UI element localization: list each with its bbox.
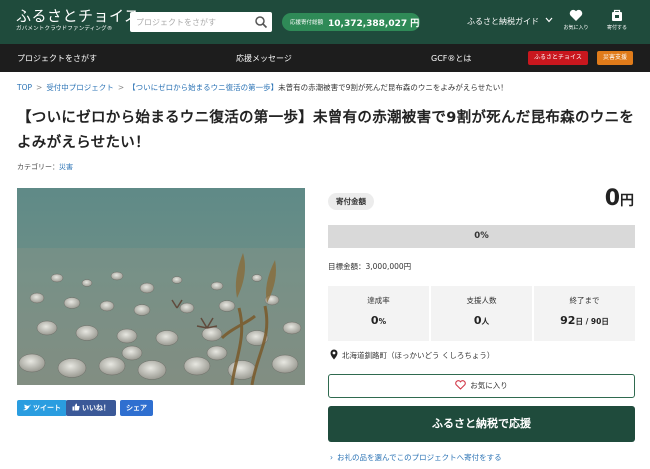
progress-bar: 0% [328,225,635,248]
nav-messages[interactable]: 応援メッセージ [236,53,292,64]
search-input[interactable] [136,12,248,32]
share-label: シェア [126,404,147,412]
total-donation-label: 応援寄付総額 [290,20,324,26]
donate-history-link[interactable]: 寄付する [600,9,634,31]
breadcrumb-top[interactable]: TOP [17,83,32,92]
donation-amount-label: 寄付金額 [328,193,374,210]
like-button[interactable]: いいね！ [66,400,116,416]
total-donation-badge: 応援寄付総額 10,372,388,027 円 [282,13,420,31]
site-header: ふるさとチョイス ガバメントクラウドファンディング® 応援寄付総額 10,372… [0,0,650,44]
disaster-support-button[interactable]: 災害支援 [597,51,634,65]
location-text: 北海道釧路町（ほっかいどう くしろちょう） [342,351,495,360]
breadcrumb: TOP > 受付中プロジェクト > 【ついにゼロから始まるウニ復活の第一歩】未曾有の赤潮… [17,82,508,93]
logo-main-text: ふるさとチョイス [16,7,140,25]
stat-label: 終了まで [569,296,600,305]
stat-value: 92日 / 90日 [560,314,609,327]
location[interactable]: 北海道釧路町（ほっかいどう くしろちょう） [330,349,494,361]
like-label: いいね！ [82,404,110,412]
site-logo[interactable]: ふるさとチョイス ガバメントクラウドファンディング® [16,7,140,33]
donation-amount: 0円 [605,186,634,211]
favorites-label: お気に入り [563,25,589,31]
stat-value: 0人 [473,314,490,327]
tweet-label: ツイート [33,404,61,412]
breadcrumb-accepting[interactable]: 受付中プロジェクト [46,83,114,92]
chevron-down-icon [545,17,553,23]
chevron-right-icon: › [330,453,333,462]
share-button[interactable]: シェア [120,400,153,416]
donation-amount-value: 0 [604,186,620,211]
stat-label: 達成率 [367,296,390,305]
map-pin-icon [330,349,338,360]
stat-remaining: 終了まで 92日 / 90日 [534,286,635,341]
stat-value: 0% [370,314,387,327]
cart-icon [612,9,622,21]
nav-find-project[interactable]: プロジェクトをさがす [17,53,97,64]
donate-button[interactable]: ふるさと納税で応援 [328,406,635,442]
breadcrumb-separator: > [117,83,125,92]
goal-amount: 目標金額：3,000,000円 [328,262,412,271]
sea-urchin-photo [17,188,305,385]
breadcrumb-current-link[interactable]: 【ついにゼロから始まるウニ復活の第一歩】 [128,83,278,92]
stat-label: 支援人数 [466,296,497,305]
favorite-label: お気に入り [470,381,508,390]
furusato-choice-button[interactable]: ふるさとチョイス [528,51,588,65]
stat-supporters: 支援人数 0人 [431,286,532,341]
gift-donation-link[interactable]: › お礼の品を選んでこのプロジェクトへ寄付をする [330,452,502,463]
guide-menu-label: ふるさと納税ガイド [467,17,539,26]
guide-menu[interactable]: ふるさと納税ガイド [467,16,553,27]
favorites-link[interactable]: お気に入り [559,9,593,31]
page-title: 【ついにゼロから始まるウニ復活の第一歩】未曾有の赤潮被害で9割が死んだ昆布森のウ… [17,110,635,151]
donation-amount-unit: 円 [620,193,634,209]
heart-icon [569,9,583,21]
search-box [130,12,272,32]
breadcrumb-current-text: 未曾有の赤潮被害で9割が死んだ昆布森のウニをよみがえらせたい！ [278,83,508,92]
category-link[interactable]: 災害 [59,163,73,171]
heart-outline-icon [455,380,467,390]
stats-panel: 達成率 0% 支援人数 0人 終了まで 92日 / 90日 [328,286,635,341]
category-label: カテゴリー： [17,163,59,171]
category: カテゴリー：災害 [17,162,73,172]
breadcrumb-separator: > [36,83,43,92]
tweet-button[interactable]: ツイート [17,400,67,416]
nav-gcf[interactable]: GCF®とは [431,53,471,64]
progress-text: 0% [474,231,489,241]
search-icon[interactable] [254,15,268,29]
total-donation-value: 10,372,388,027 円 [328,19,420,29]
project-photo [17,188,305,385]
twitter-icon [23,404,31,411]
logo-sub-text: ガバメントクラウドファンディング® [16,26,113,32]
main-nav: プロジェクトをさがす 応援メッセージ GCF®とは ふるさとチョイス 災害支援 [0,44,650,72]
donate-history-label: 寄付する [606,25,627,31]
gift-link-label: お礼の品を選んでこのプロジェクトへ寄付をする [337,453,502,462]
thumbs-up-icon [72,403,80,411]
stat-achievement: 達成率 0% [328,286,429,341]
favorite-button[interactable]: お気に入り [328,374,635,398]
